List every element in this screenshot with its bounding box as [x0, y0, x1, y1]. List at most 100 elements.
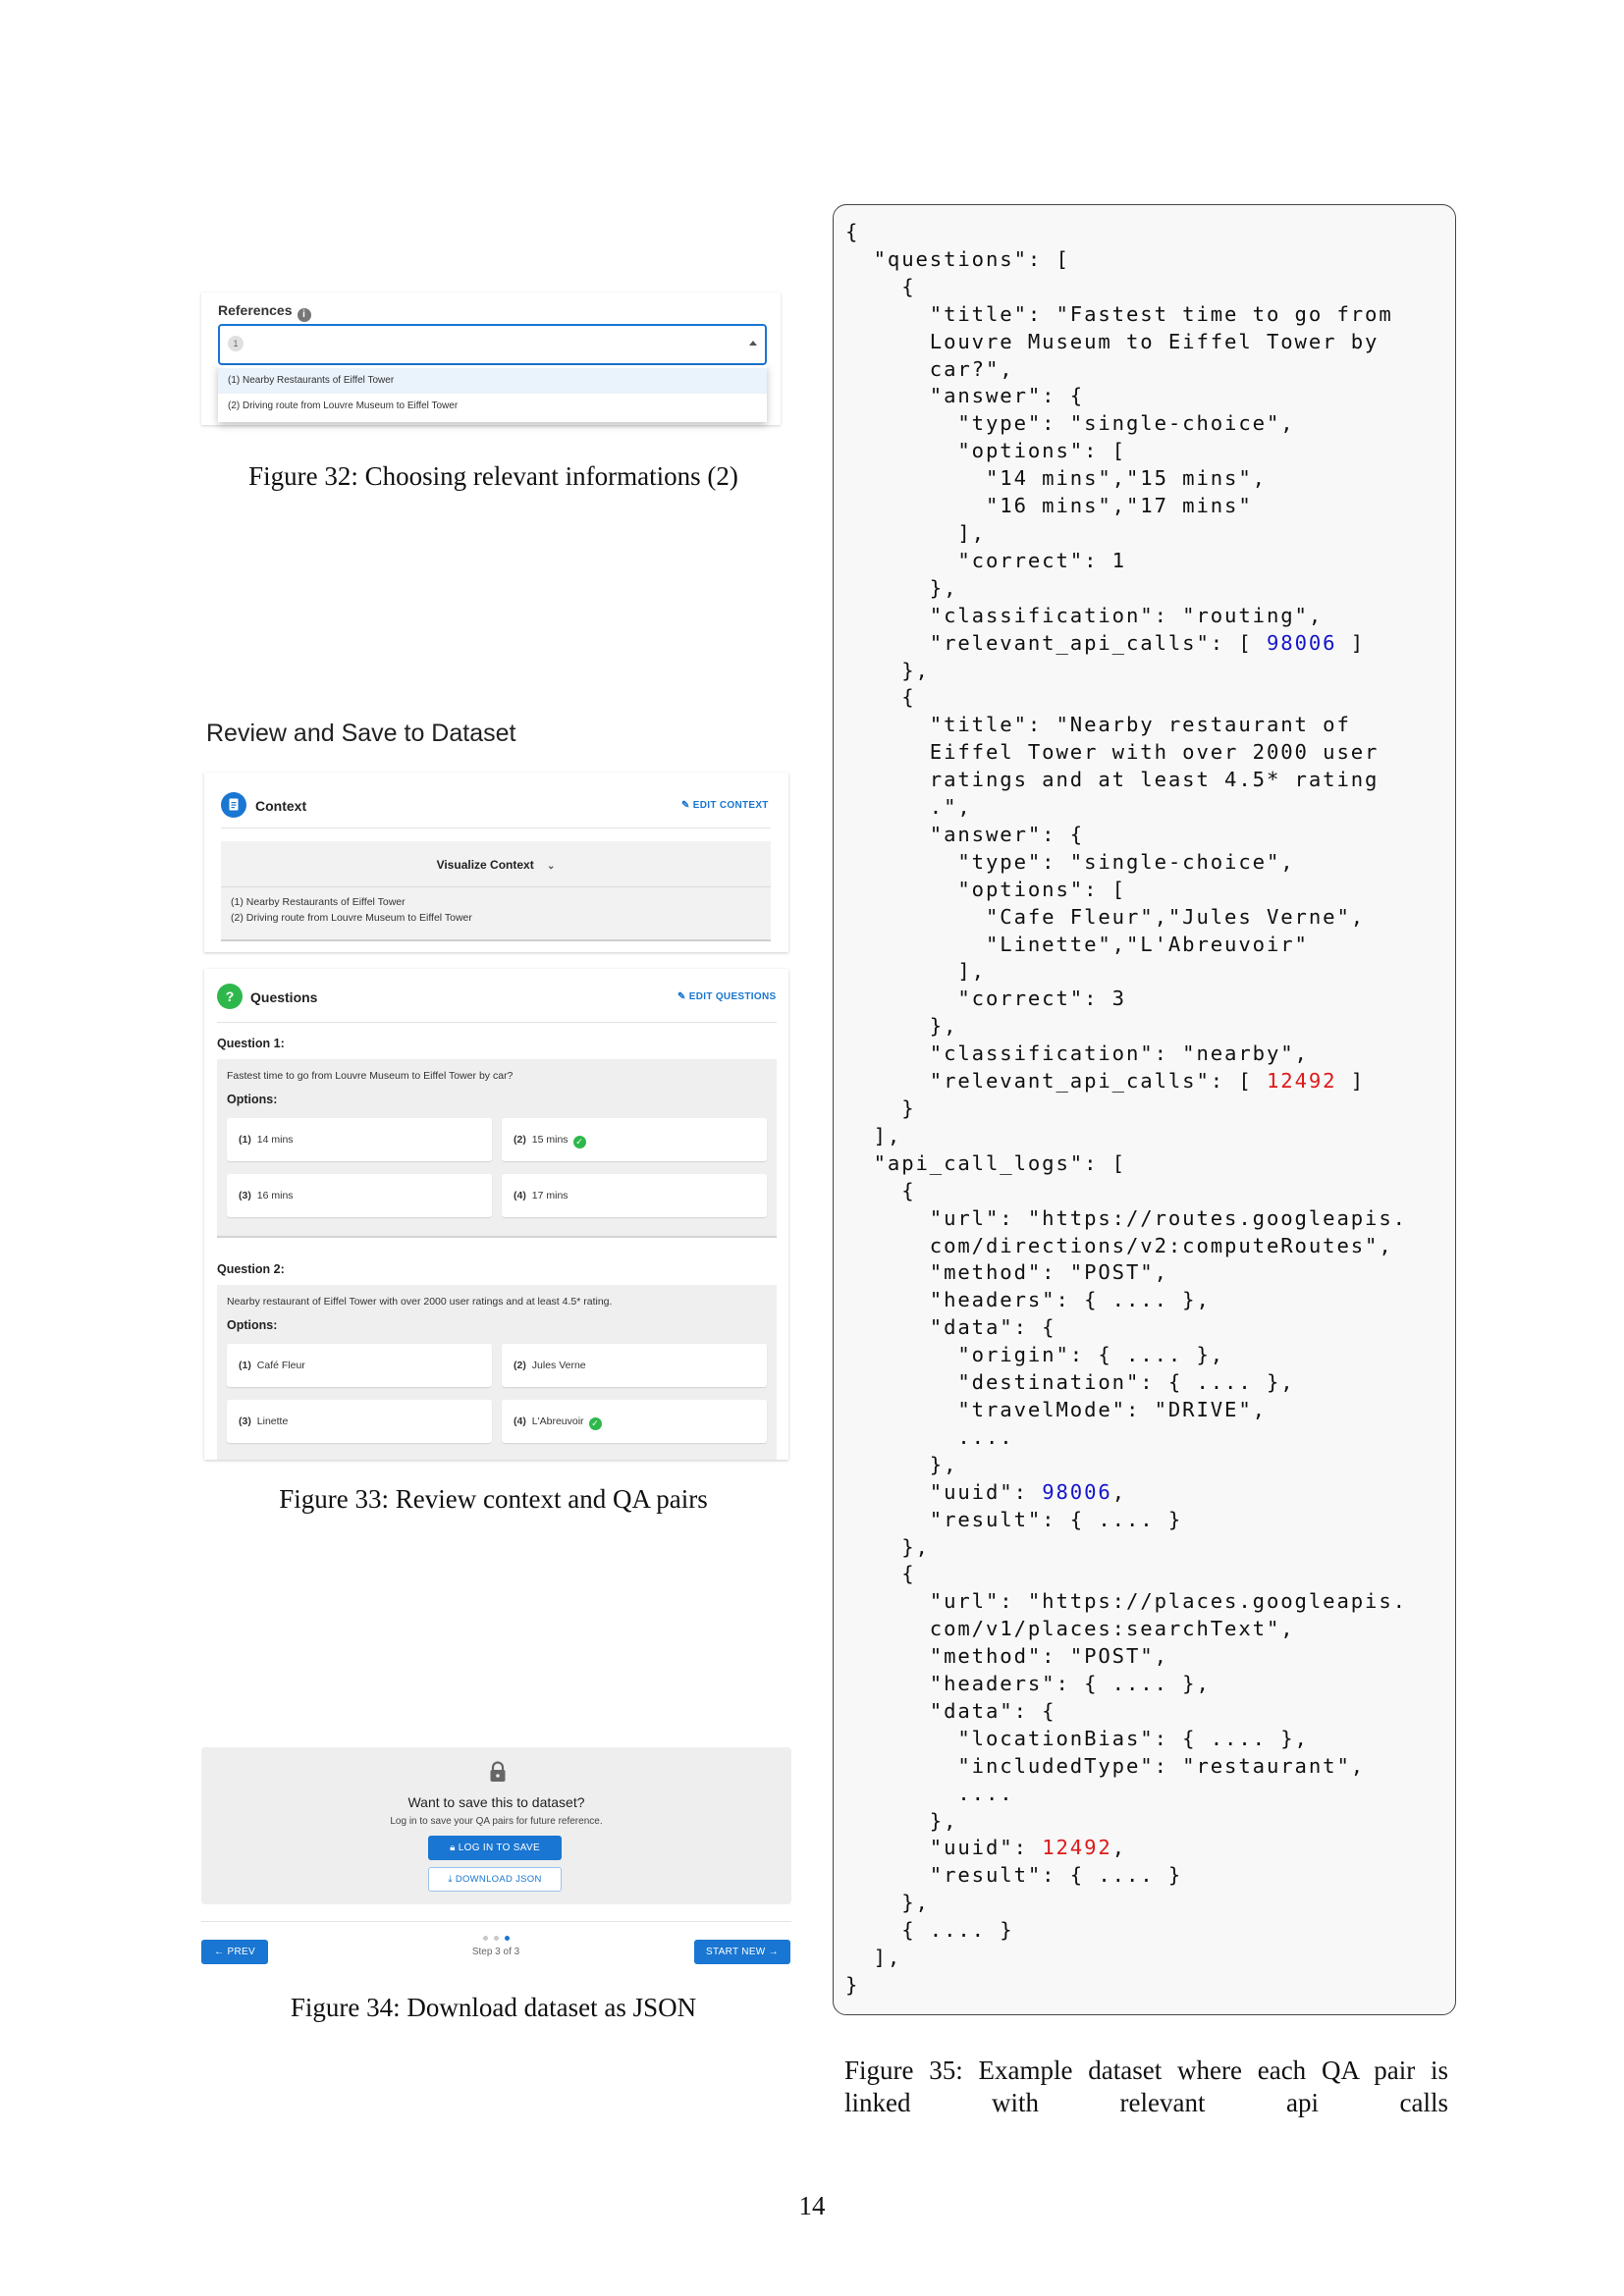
arrow-left-icon: ← — [214, 1947, 225, 1957]
code-line: ], — [845, 1123, 902, 1148]
code-line: "travelMode": "DRIVE", — [845, 1397, 1267, 1421]
code-line: ], — [845, 520, 986, 545]
visualize-context-panel: Visualize Context ⌄ (1) Nearby Restauran… — [221, 841, 771, 941]
edit-context-button[interactable]: ✎ EDIT CONTEXT — [681, 800, 769, 811]
context-item-2: (2) Driving route from Louvre Museum to … — [231, 912, 472, 924]
save-subtitle: Log in to save your QA pairs for future … — [390, 1816, 603, 1827]
check-circle-icon: ✓ — [572, 1136, 586, 1148]
context-card: Context ✎ EDIT CONTEXT Visualize Context… — [204, 773, 788, 952]
code-line: "14 mins","15 mins", — [845, 466, 1267, 491]
code-line: }, — [845, 1808, 958, 1833]
code-line: "relevant_api_calls": [ 12492 ] — [845, 1069, 1366, 1094]
code-line: .... — [845, 1781, 1014, 1805]
log-in-to-save-button[interactable]: 🔒︎ LOG IN TO SAVE — [428, 1836, 562, 1860]
download-json-button[interactable]: ⤓ DOWNLOAD JSON — [428, 1867, 562, 1892]
question-2-option-2[interactable]: (2) Jules Verne — [502, 1344, 767, 1387]
prev-button[interactable]: ← PREV — [201, 1940, 268, 1964]
code-line: "questions": [ — [845, 246, 1070, 271]
divider — [221, 886, 771, 887]
code-line: "Cafe Fleur","Jules Verne", — [845, 904, 1366, 929]
uuid-number: 98006 — [1042, 1479, 1112, 1504]
code-line: "includedType": "restaurant", — [845, 1753, 1366, 1778]
code-line: "relevant_api_calls": [ 98006 ] — [845, 630, 1366, 655]
check-circle-icon: ✓ — [588, 1417, 602, 1430]
question-1-option-1[interactable]: (1) 14 mins — [227, 1118, 492, 1161]
options-heading: Options: — [227, 1318, 278, 1332]
code-line: "type": "single-choice", — [845, 411, 1295, 436]
code-line: "url": "https://routes.googleapis. — [845, 1205, 1407, 1230]
divider — [217, 1022, 777, 1023]
code-line: Eiffel Tower with over 2000 user — [845, 740, 1380, 765]
code-line: .", — [845, 795, 972, 820]
code-line: com/v1/places:searchText", — [845, 1617, 1295, 1641]
code-line: }, — [845, 1891, 930, 1915]
save-prompt-panel: Want to save this to dataset? Log in to … — [201, 1747, 791, 1904]
visualize-context-toggle[interactable]: Visualize Context ⌄ — [221, 858, 771, 872]
review-section-title: Review and Save to Dataset — [206, 720, 516, 747]
code-line: { — [845, 220, 860, 243]
code-line: "headers": { .... }, — [845, 1672, 1211, 1696]
code-line: "method": "POST", — [845, 1260, 1168, 1285]
start-new-button[interactable]: START NEW → — [694, 1940, 790, 1964]
code-line: "options": [ — [845, 439, 1126, 463]
code-line: .... — [845, 1424, 1014, 1449]
pencil-icon: ✎ — [681, 800, 690, 811]
code-line: car?", — [845, 356, 1014, 381]
question-2-option-1[interactable]: (1) Café Fleur — [227, 1344, 492, 1387]
edit-questions-button[interactable]: ✎ EDIT QUESTIONS — [677, 991, 776, 1002]
code-line: com/directions/v2:computeRoutes", — [845, 1233, 1393, 1257]
figure-35-caption: Figure 35: Example dataset where each QA… — [844, 2056, 1448, 2117]
code-line: "api_call_logs": [ — [845, 1150, 1126, 1175]
uuid-number: 12492 — [1042, 1836, 1112, 1860]
code-line: }, — [845, 575, 958, 600]
uuid-number: 12492 — [1266, 1069, 1337, 1094]
step-dot-active — [504, 1936, 510, 1941]
question-1-option-2[interactable]: (2) 15 mins ✓ — [502, 1118, 767, 1161]
code-line: "title": "Nearby restaurant of — [845, 713, 1351, 737]
question-1-option-3[interactable]: (3) 16 mins — [227, 1174, 492, 1217]
lock-icon: 🔒︎ — [450, 1842, 456, 1853]
code-line: "result": { .... } — [845, 1863, 1183, 1888]
page-number: 14 — [798, 2191, 826, 2220]
save-title: Want to save this to dataset? — [407, 1794, 585, 1810]
info-icon[interactable]: i — [297, 308, 311, 322]
code-line: "title": "Fastest time to go from — [845, 301, 1393, 326]
code-line: "correct": 1 — [845, 548, 1126, 572]
lock-icon — [488, 1761, 508, 1783]
code-line: "method": "POST", — [845, 1644, 1168, 1669]
code-line: "data": { — [845, 1698, 1056, 1723]
question-2-option-4[interactable]: (4) L'Abreuvoir ✓ — [502, 1400, 767, 1443]
step-indicator — [476, 1933, 515, 1941]
code-line: "locationBias": { .... }, — [845, 1726, 1309, 1750]
question-1-box: Fastest time to go from Louvre Museum to… — [217, 1059, 777, 1238]
code-line: }, — [845, 658, 930, 682]
step-text: Step 3 of 3 — [471, 1947, 520, 1957]
code-line: "correct": 3 — [845, 987, 1126, 1011]
code-line: "uuid": 98006, — [845, 1479, 1126, 1504]
code-line: "url": "https://places.googleapis. — [845, 1589, 1407, 1614]
download-icon: ⤓ — [448, 1874, 453, 1885]
questions-card: ? Questions ✎ EDIT QUESTIONS Question 1:… — [204, 969, 788, 1460]
context-item-1: (1) Nearby Restaurants of Eiffel Tower — [231, 896, 406, 908]
code-line: ], — [845, 959, 986, 984]
chevron-down-icon: ⌄ — [547, 861, 556, 872]
question-2-label: Question 2: — [217, 1262, 285, 1276]
question-2-option-3[interactable]: (3) Linette — [227, 1400, 492, 1443]
code-line: "origin": { .... }, — [845, 1343, 1225, 1367]
references-option-1[interactable]: (1) Nearby Restaurants of Eiffel Tower — [218, 368, 767, 394]
question-1-option-4[interactable]: (4) 17 mins — [502, 1174, 767, 1217]
question-2-text: Nearby restaurant of Eiffel Tower with o… — [227, 1296, 613, 1308]
figure-34-caption: Figure 34: Download dataset as JSON — [290, 1993, 697, 2022]
code-line: "options": [ — [845, 877, 1126, 901]
references-select[interactable]: 1 — [218, 324, 767, 365]
code-line: "Linette","L'Abreuvoir" — [845, 932, 1309, 956]
document-icon — [221, 792, 246, 818]
code-line: ], — [845, 1946, 902, 1970]
references-dropdown-menu: (1) Nearby Restaurants of Eiffel Tower (… — [218, 365, 767, 422]
question-icon: ? — [217, 984, 243, 1009]
references-option-2[interactable]: (2) Driving route from Louvre Museum to … — [218, 394, 767, 419]
code-line: "classification": "routing", — [845, 603, 1324, 627]
question-2-box: Nearby restaurant of Eiffel Tower with o… — [217, 1285, 777, 1460]
selected-chip[interactable]: 1 — [228, 336, 244, 351]
caret-up-icon[interactable] — [749, 341, 757, 346]
